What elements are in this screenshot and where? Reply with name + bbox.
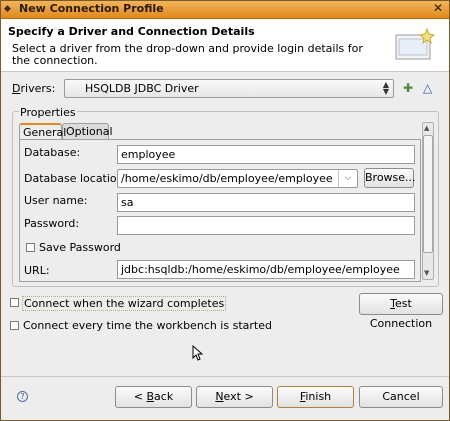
help-icon[interactable]: ? — [17, 391, 28, 402]
mouse-cursor-icon — [192, 345, 204, 361]
finish-button[interactable]: Finish — [277, 386, 354, 408]
scrollbar-thumb[interactable] — [423, 135, 433, 253]
driver-select[interactable]: HSQLDB JDBC Driver ▲ ▼ — [64, 79, 394, 98]
scroll-down-icon[interactable]: ▼ — [424, 269, 429, 277]
next-button[interactable]: Next > — [196, 386, 273, 408]
browse-button[interactable]: Browse... — [364, 168, 416, 188]
chevron-down-icon[interactable]: ⌵ — [338, 170, 357, 187]
user-name-input[interactable] — [117, 193, 415, 212]
back-button[interactable]: < Back — [115, 386, 192, 408]
connect-every-time-checkbox[interactable] — [10, 321, 19, 330]
database-location-combo[interactable]: /home/eskimo/db/employee/employee ⌵ — [117, 169, 358, 188]
window-title: New Connection Profile — [19, 2, 164, 15]
database-input[interactable] — [117, 145, 415, 164]
database-location-value: /home/eskimo/db/employee/employee — [121, 172, 333, 185]
close-icon[interactable]: ✕ — [433, 1, 443, 15]
banner-description: Select a driver from the drop-down and p… — [12, 42, 363, 67]
database-label: Database: — [24, 146, 81, 159]
edit-driver-definition-icon[interactable]: △ — [423, 81, 432, 95]
connection-wizard-icon — [395, 27, 436, 60]
connect-every-time-label[interactable]: Connect every time the workbench is star… — [23, 319, 272, 332]
banner-title: Specify a Driver and Connection Details — [8, 25, 255, 38]
save-password-checkbox[interactable] — [26, 243, 35, 252]
tab-optional[interactable]: Optional — [62, 123, 113, 139]
save-password-label: Save Password — [39, 241, 121, 254]
properties-scrollbar[interactable]: ▲ ▼ — [422, 122, 434, 280]
scroll-up-icon[interactable]: ▲ — [424, 124, 429, 132]
drivers-label: Drivers: — [12, 82, 56, 95]
database-location-label: Database location: — [24, 172, 128, 185]
select-arrows-icon: ▲ ▼ — [382, 80, 389, 96]
user-name-label: User name: — [24, 194, 88, 207]
password-label: Password: — [24, 217, 80, 230]
title-bar[interactable]: ◆ New Connection Profile ✕ — [1, 1, 449, 19]
connect-when-complete-checkbox[interactable] — [10, 298, 19, 307]
driver-select-value: HSQLDB JDBC Driver — [85, 82, 199, 95]
password-input[interactable] — [117, 216, 415, 235]
connect-when-complete-label[interactable]: Connect when the wizard completes — [22, 296, 227, 311]
new-driver-definition-icon[interactable]: ✚ — [403, 81, 413, 95]
new-connection-profile-dialog: ◆ New Connection Profile ✕ Specify a Dri… — [0, 0, 450, 421]
window-menu-icon[interactable]: ◆ — [4, 4, 11, 14]
test-connection-button[interactable]: Test Connection — [359, 293, 443, 330]
tab-general[interactable]: General — [19, 123, 66, 139]
properties-legend: Properties — [19, 106, 77, 119]
wizard-banner: Specify a Driver and Connection Details … — [1, 19, 449, 72]
url-input[interactable] — [117, 260, 415, 279]
cancel-button[interactable]: Cancel — [359, 386, 443, 408]
url-label: URL: — [24, 264, 50, 277]
button-bar-separator — [1, 376, 449, 377]
